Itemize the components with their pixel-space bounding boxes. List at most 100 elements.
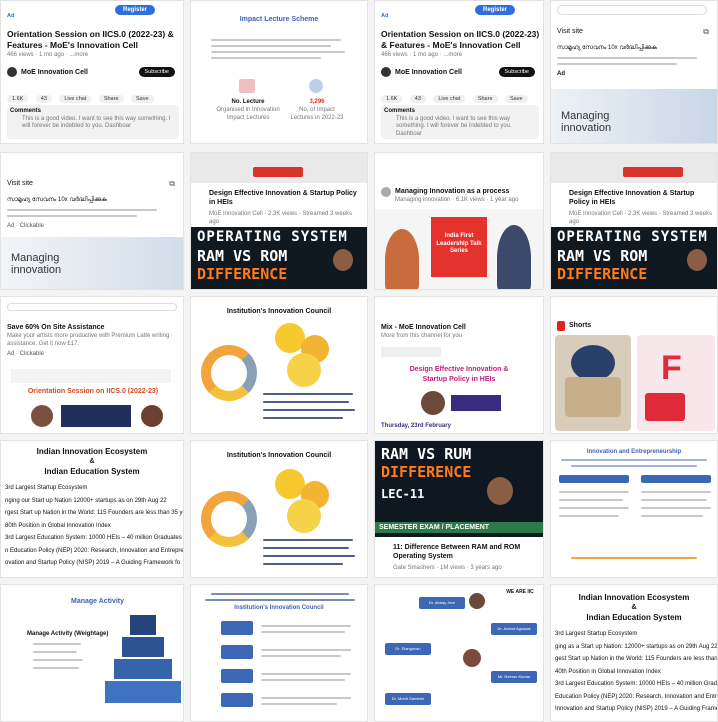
like-button[interactable]: 1.6K <box>7 95 29 103</box>
mix-title[interactable]: Mix - MoE Innovation Cell <box>381 323 466 332</box>
share-button[interactable]: Share <box>98 95 124 103</box>
ad-tile-managing-innovation[interactable]: Visit site ⧉ സാമൂഹ്യ സേവനം 10x വർദ്ധിപ്പ… <box>550 0 718 144</box>
text-line <box>7 215 137 217</box>
slide-title: Indian Innovation Ecosystem <box>578 593 690 602</box>
os-video-thumbnail[interactable]: OPERATING SYSTEM RAM VS ROM DIFFERENCE <box>551 227 717 289</box>
slide-impact-lecture[interactable]: Impact Lecture Scheme No. Lecture Organi… <box>190 0 368 144</box>
text-line <box>263 401 349 403</box>
slide-iic-team[interactable]: WE ARE IIC Dr. Abhay Jere Dr. Anand Agra… <box>374 584 544 722</box>
list-line <box>33 651 77 653</box>
ram-thumbnail[interactable]: RAM VS RUM DIFFERENCE LEC-11 SEMESTER EX… <box>375 441 543 537</box>
ad-tile-managing-innovation-2[interactable]: Visit site ⧉ സാമൂഹ്യ സേവനം 10x വർദ്ധിപ്പ… <box>0 152 184 290</box>
video-meta: 466 views · 1 mo ago · ...more <box>381 52 463 58</box>
bullet-item: rgest Start up Nation in the World: 115 … <box>5 510 184 516</box>
live-thumbnail[interactable] <box>551 153 717 183</box>
channel-name[interactable]: MoE Innovation Cell <box>395 68 462 77</box>
slide-iic-2[interactable]: Institution's Innovation Council <box>190 440 368 578</box>
dislike-button[interactable]: 43 <box>409 95 426 103</box>
comments-label: Comments <box>10 108 42 114</box>
orientation-thumbnail[interactable]: Orientation Session on IICS.0 (2022-23) <box>1 363 183 433</box>
video-title[interactable]: 11: Difference Between RAM and ROM Opera… <box>393 543 541 561</box>
video-tile-policy-ram-rom-2[interactable]: Design Effective Innovation & Startup Po… <box>550 152 718 290</box>
video-meta: MoE Innovation Cell · 2.3K views · Strea… <box>209 211 353 225</box>
ad-label: Ad <box>557 71 565 77</box>
slide-indian-ecosystem-2[interactable]: Indian Innovation Ecosystem & Indian Edu… <box>550 584 718 722</box>
share-button[interactable]: Share <box>472 95 498 103</box>
visit-site-link[interactable]: Visit site <box>7 179 33 188</box>
talk-banner: India First Leadership Talk Series <box>431 217 487 277</box>
channel-avatar[interactable] <box>7 67 17 77</box>
video-title[interactable]: Orientation Session on IICS.0 (2022-23) … <box>381 29 541 50</box>
short-thumbnail-cake[interactable] <box>555 335 631 431</box>
bullet-item: 3rd Largest Education System: 10000 HEIs… <box>5 535 184 541</box>
slide-manage-activity[interactable]: Manage Activity Manage Activity (Weighta… <box>0 584 184 722</box>
short-thumbnail-letter[interactable]: F <box>637 335 715 431</box>
shorts-label: Shorts <box>569 322 592 329</box>
channel-name[interactable]: MoE Innovation Cell <box>21 68 88 77</box>
channel-avatar[interactable] <box>381 67 391 77</box>
member-box: Mr. Neerav Kumar <box>491 671 537 683</box>
live-thumbnail[interactable] <box>191 153 367 183</box>
ad-image[interactable]: Managing innovation <box>551 89 717 143</box>
video-title[interactable]: Orientation Session on IICS.0 (2022-23) … <box>7 29 179 50</box>
text-line <box>559 491 629 493</box>
comment-text: This is a good video. I want to see this… <box>22 115 171 130</box>
live-chat-button[interactable]: Live chat <box>433 95 466 103</box>
video-title[interactable]: Design Effective Innovation & Startup Po… <box>209 189 363 207</box>
ad-image[interactable]: Managing innovation <box>1 237 183 289</box>
slide-indian-ecosystem[interactable]: Indian Innovation Ecosystem & Indian Edu… <box>0 440 184 578</box>
subscribe-button[interactable]: Subscribe <box>138 67 175 77</box>
bullet-list: 3rd Largest Startup Ecosystem ging as a … <box>555 631 717 714</box>
ad-title[interactable]: Save 60% On Site Assistance <box>7 323 104 332</box>
text-line <box>559 499 623 501</box>
difference-label: DIFFERENCE <box>381 463 472 481</box>
slide-amp: & <box>89 458 95 465</box>
video-title[interactable]: Design Effective Innovation & Startup Po… <box>569 189 713 207</box>
register-button[interactable]: Register <box>114 5 155 15</box>
row-text <box>261 679 345 681</box>
live-chat-button[interactable]: Live chat <box>59 95 92 103</box>
save-button[interactable]: Save <box>504 95 528 103</box>
talk-thumbnail[interactable]: India First Leadership Talk Series <box>375 209 543 289</box>
ad-label: Ad · Clickable <box>7 223 45 229</box>
ad-label: Ad <box>7 13 15 19</box>
slide-entrepreneurship[interactable]: Innovation and Entrepreneurship <box>550 440 718 578</box>
mix-thumbnail[interactable]: Design Effective Innovation & Startup Po… <box>375 343 543 433</box>
video-tile-managing-process[interactable]: Managing Innovation as a process Managin… <box>374 152 544 290</box>
shorts-tile[interactable]: Shorts F <box>550 296 718 434</box>
video-tile-orientation[interactable]: Ad Register Orientation Session on IICS.… <box>0 0 184 144</box>
ad-tile-site-assistance[interactable]: Save 60% On Site Assistance Make your ar… <box>0 296 184 434</box>
external-link-icon[interactable]: ⧉ <box>703 27 709 37</box>
comments-box[interactable]: Comments This is a good video. I want to… <box>381 105 539 139</box>
save-button[interactable]: Save <box>130 95 154 103</box>
external-link-icon[interactable]: ⧉ <box>169 179 175 189</box>
member-photo <box>469 593 485 609</box>
video-tile-orientation-2[interactable]: Ad Register Orientation Session on IICS.… <box>374 0 544 144</box>
channel-avatar[interactable] <box>381 187 391 197</box>
visit-site-link[interactable]: Visit site <box>557 27 583 36</box>
mix-tile-policy[interactable]: Mix - MoE Innovation Cell More from this… <box>374 296 544 434</box>
presenter-image <box>31 405 53 427</box>
video-title[interactable]: Managing Innovation as a process <box>395 187 509 196</box>
comments-label: Comments <box>384 108 416 114</box>
video-tile-policy-ram-rom[interactable]: Design Effective Innovation & Startup Po… <box>190 152 368 290</box>
stat-number: No. Lecture <box>231 99 265 105</box>
slide-title: Institution's Innovation Council <box>234 605 324 611</box>
video-tile-ram-rom-lec[interactable]: RAM VS RUM DIFFERENCE LEC-11 SEMESTER EX… <box>374 440 544 578</box>
lecture-badge: LEC-11 <box>381 487 425 501</box>
dislike-button[interactable]: 43 <box>35 95 52 103</box>
subscribe-button[interactable]: Subscribe <box>498 67 535 77</box>
policy-headline: Design Effective Innovation & <box>409 366 509 373</box>
os-video-thumbnail[interactable]: OPERATING SYSTEM RAM VS ROM DIFFERENCE <box>191 227 367 289</box>
slide-iic-table[interactable]: Institution's Innovation Council <box>190 584 368 722</box>
video-meta: MoE Innovation Cell · 2.3K views · Strea… <box>569 211 713 225</box>
comments-box[interactable]: Comments This is a good video. I want to… <box>7 105 179 139</box>
pyramid-level <box>122 637 164 657</box>
register-button[interactable]: Register <box>474 5 515 15</box>
row-text <box>261 673 351 675</box>
letter-graphic: F <box>661 349 682 387</box>
slide-iic-1[interactable]: Institution's Innovation Council <box>190 296 368 434</box>
bullet-item: n Education Policy (NEP) 2020: Research,… <box>5 547 184 554</box>
like-button[interactable]: 1.6K <box>381 95 403 103</box>
live-badge <box>623 167 683 177</box>
